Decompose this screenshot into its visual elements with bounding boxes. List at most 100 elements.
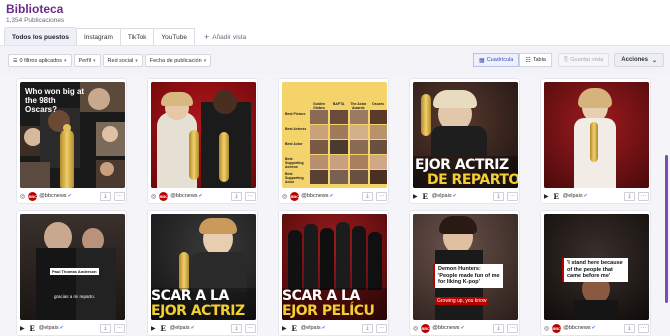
- verified-icon: ✔: [190, 325, 195, 331]
- awards-header: Golden Globes BAFTA The Actor Awards Osc…: [310, 102, 387, 110]
- more-options-button[interactable]: ···: [245, 323, 256, 333]
- table-view-button[interactable]: ☷ Tabla: [519, 53, 552, 67]
- grid-view-label: Cuadrícula: [486, 57, 514, 63]
- instagram-icon: ◎: [282, 193, 288, 200]
- more-options-button[interactable]: ···: [114, 323, 125, 333]
- media-thumbnail[interactable]: SCAR A LA EJOR PELÍCU: [282, 214, 387, 320]
- download-button[interactable]: ⤓: [362, 323, 373, 333]
- verified-icon: ✔: [67, 193, 72, 199]
- more-options-button[interactable]: ···: [245, 191, 256, 201]
- actions-button[interactable]: Acciones ⌄: [614, 53, 664, 67]
- media-thumbnail[interactable]: [544, 82, 649, 188]
- media-card[interactable]: Who won big at the 98th Oscars? ◎ BBC @b…: [16, 78, 127, 204]
- media-thumbnail[interactable]: 'I stand here because of the people that…: [544, 214, 649, 320]
- save-view-label: Guardar vista: [570, 57, 604, 63]
- more-options-button[interactable]: ···: [638, 191, 649, 201]
- media-card[interactable]: ▶ E @elpais ✔ ⤓ ···: [540, 78, 651, 204]
- verified-icon: ✔: [460, 325, 465, 331]
- download-button[interactable]: ⤓: [624, 323, 635, 333]
- avatar: E: [158, 323, 168, 333]
- thumbnail-caption: gracias a mi reparto.: [54, 294, 96, 299]
- filters-applied-chip[interactable]: ☰ 0 filtros aplicados ▾: [8, 54, 72, 67]
- media-card[interactable]: Paul Thomas Anderson gracias a mi repart…: [16, 210, 127, 336]
- grid-view-button[interactable]: ▦ Cuadrícula: [473, 53, 520, 67]
- avatar: BBC: [552, 323, 562, 333]
- download-button[interactable]: ⤓: [493, 323, 504, 333]
- more-options-button[interactable]: ···: [507, 323, 518, 333]
- save-view-button[interactable]: ⎘ Guardar vista: [557, 53, 610, 67]
- page-header: Biblioteca 1,354 Publicaciones: [6, 2, 64, 25]
- profile-filter[interactable]: Perfil ▾: [73, 54, 101, 67]
- add-view-button[interactable]: + Añadir vista: [204, 28, 246, 46]
- download-button[interactable]: ⤓: [493, 191, 504, 201]
- card-footer: ◎ BBC @bbcnews ✔ ⤓ ···: [151, 189, 256, 203]
- media-thumbnail[interactable]: Who won big at the 98th Oscars?: [20, 82, 125, 188]
- filter-icon: ☰: [13, 57, 18, 64]
- more-options-button[interactable]: ···: [376, 191, 387, 201]
- filter-bar: ☰ 0 filtros aplicados ▾ Perfil ▾ Red soc…: [8, 54, 213, 67]
- download-button[interactable]: ⤓: [231, 323, 242, 333]
- more-options-button[interactable]: ···: [638, 323, 649, 333]
- media-card[interactable]: 'I stand here because of the people that…: [540, 210, 651, 336]
- media-thumbnail[interactable]: SCAR A LA EJOR ACTRIZ: [151, 214, 256, 320]
- more-options-button[interactable]: ···: [114, 191, 125, 201]
- scrollbar[interactable]: [665, 155, 668, 303]
- publication-date-filter[interactable]: Fecha de publicación ▾: [144, 54, 212, 67]
- thumbnail-title-line2: EJOR ACTRIZ: [151, 303, 245, 319]
- filters-applied-label: 0 filtros aplicados: [19, 57, 62, 64]
- instagram-icon: ◎: [151, 193, 157, 200]
- download-button[interactable]: ⤓: [100, 191, 111, 201]
- account-handle: @bbcnews: [39, 193, 67, 199]
- social-network-filter-label: Red social: [107, 57, 134, 64]
- avatar: BBC: [421, 323, 431, 333]
- download-button[interactable]: ⤓: [362, 191, 373, 201]
- thumbnail-title: Who won big at the 98th Oscars?: [25, 87, 85, 114]
- thumbnail-title-line1: SCAR A LA: [151, 288, 229, 304]
- row-label: Best Actor: [285, 142, 303, 146]
- chevron-down-icon: ▾: [63, 57, 67, 64]
- verified-icon: ✔: [583, 193, 588, 199]
- row-label: Best Supporting Actress: [285, 157, 304, 169]
- download-button[interactable]: ⤓: [231, 191, 242, 201]
- media-thumbnail[interactable]: Demon Hunters: 'People made fun of me fo…: [413, 214, 518, 320]
- column-header: BAFTA: [332, 102, 345, 106]
- media-grid: Who won big at the 98th Oscars? ◎ BBC @b…: [0, 74, 670, 336]
- media-thumbnail[interactable]: Paul Thomas Anderson gracias a mi repart…: [20, 214, 125, 320]
- media-thumbnail[interactable]: EJOR ACTRIZ DE REPARTO: [413, 82, 518, 188]
- tab-tiktok[interactable]: TikTok: [119, 28, 155, 46]
- bookmark-icon: ⎘: [563, 56, 569, 63]
- tab-instagram[interactable]: Instagram: [75, 28, 121, 46]
- media-card[interactable]: Demon Hunters: 'People made fun of me fo…: [409, 210, 520, 336]
- add-view-label: Añadir vista: [212, 33, 247, 41]
- verified-icon: ✔: [59, 325, 64, 331]
- youtube-icon: ▶: [20, 325, 25, 332]
- table-view-label: Tabla: [532, 57, 546, 63]
- avatar: E: [420, 191, 430, 201]
- media-card[interactable]: ◎ BBC @bbcnews ✔ ⤓ ···: [147, 78, 258, 204]
- card-footer: ▶ E @elpais ✔ ⤓ ···: [544, 189, 649, 203]
- media-thumbnail[interactable]: [151, 82, 256, 188]
- media-card[interactable]: SCAR A LA EJOR ACTRIZ ▶ E @elpais ✔ ⤓ ··…: [147, 210, 258, 336]
- youtube-icon: ▶: [544, 193, 549, 200]
- media-card[interactable]: Golden Globes BAFTA The Actor Awards Osc…: [278, 78, 389, 204]
- avatar: E: [289, 323, 299, 333]
- more-options-button[interactable]: ···: [507, 191, 518, 201]
- media-thumbnail[interactable]: Golden Globes BAFTA The Actor Awards Osc…: [282, 82, 387, 188]
- download-button[interactable]: ⤓: [100, 323, 111, 333]
- instagram-icon: ◎: [544, 325, 550, 332]
- account-handle: @elpais: [38, 325, 59, 331]
- download-button[interactable]: ⤓: [624, 191, 635, 201]
- column-header: The Actor Awards: [350, 102, 367, 110]
- tab-all-posts[interactable]: Todos los puestos: [4, 27, 77, 46]
- page-title: Biblioteca: [6, 2, 64, 16]
- media-card[interactable]: SCAR A LA EJOR PELÍCU ▶ E @elpais ✔ ⤓ ··…: [278, 210, 389, 336]
- verified-icon: ✔: [591, 325, 596, 331]
- caption-text: Growing up, you know: [435, 297, 489, 305]
- media-card[interactable]: EJOR ACTRIZ DE REPARTO ▶ E @elpais ✔ ⤓ ·…: [409, 78, 520, 204]
- tab-youtube[interactable]: YouTube: [153, 28, 195, 46]
- social-network-filter[interactable]: Red social ▾: [102, 54, 143, 67]
- view-tabs: Todos los puestos Instagram TikTok YouTu…: [4, 27, 246, 46]
- more-options-button[interactable]: ···: [376, 323, 387, 333]
- card-footer: ▶ E @elpais ✔ ⤓ ···: [282, 321, 387, 335]
- verified-icon: ✔: [452, 193, 457, 199]
